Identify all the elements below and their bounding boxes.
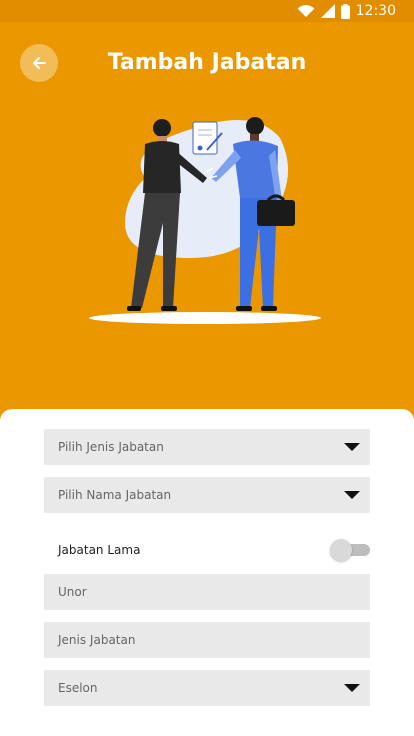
handshake-illustration xyxy=(89,117,321,324)
unor-field[interactable]: Unor xyxy=(44,574,370,610)
page-title: Tambah Jabatan xyxy=(107,50,307,75)
jabatan-lama-toggle[interactable] xyxy=(330,539,370,561)
status-icons: 12:30 xyxy=(297,3,396,19)
jenis-jabatan-dropdown-label: Pilih Jenis Jabatan xyxy=(58,440,164,454)
dropdown-caret-icon xyxy=(344,684,360,692)
status-time: 12:30 xyxy=(355,3,396,19)
eselon-dropdown[interactable]: Eselon xyxy=(44,670,370,706)
dropdown-caret-icon xyxy=(344,443,360,451)
nama-jabatan-dropdown[interactable]: Pilih Nama Jabatan xyxy=(44,477,370,513)
jabatan-lama-label: Jabatan Lama xyxy=(58,543,141,557)
status-bar: 12:30 xyxy=(0,0,414,22)
battery-icon xyxy=(340,3,350,19)
wifi-icon xyxy=(297,5,315,17)
unor-field-label: Unor xyxy=(58,585,87,599)
signal-icon xyxy=(320,4,335,18)
jenis-jabatan-field[interactable]: Jenis Jabatan xyxy=(44,622,370,658)
dropdown-caret-icon xyxy=(344,491,360,499)
eselon-dropdown-label: Eselon xyxy=(58,681,98,695)
nama-jabatan-dropdown-label: Pilih Nama Jabatan xyxy=(58,488,172,502)
jenis-jabatan-dropdown[interactable]: Pilih Jenis Jabatan xyxy=(44,429,370,465)
jenis-jabatan-field-label: Jenis Jabatan xyxy=(58,633,136,647)
jabatan-lama-row: Jabatan Lama xyxy=(58,539,370,562)
toggle-knob xyxy=(330,539,352,561)
